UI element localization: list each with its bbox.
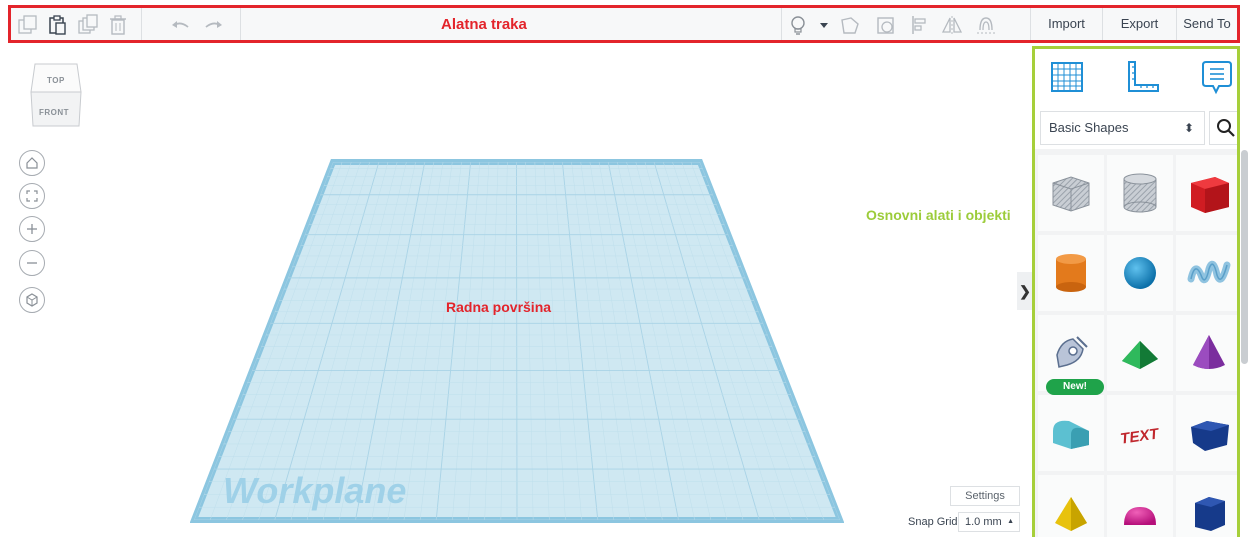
search-button[interactable] xyxy=(1209,111,1237,145)
shapes-grid: New! TEXT xyxy=(1035,149,1237,537)
snap-grid-label: Snap Grid xyxy=(908,516,958,528)
home-view-button[interactable] xyxy=(19,150,45,176)
undo-icon[interactable] xyxy=(169,14,191,36)
chevron-down-icon[interactable] xyxy=(813,14,835,36)
shape-pyramid[interactable] xyxy=(1038,475,1104,537)
shape-box[interactable] xyxy=(1176,155,1237,231)
redo-icon[interactable] xyxy=(203,14,225,36)
view-cube-shape xyxy=(30,63,82,127)
zoom-in-icon xyxy=(27,224,37,234)
view-cube-top-label: TOP xyxy=(47,76,65,85)
tinkercad-editor: { "toolbar": { "annotation": "Alatna tra… xyxy=(0,0,1249,537)
snap-grid-arrow-icon: ▲ xyxy=(1007,518,1014,525)
import-button[interactable]: Import xyxy=(1030,8,1102,40)
shape-box-hole[interactable] xyxy=(1038,155,1104,231)
group-icon[interactable] xyxy=(839,14,861,36)
perspective-icon xyxy=(26,293,38,307)
shape-category-value: Basic Shapes xyxy=(1049,120,1129,135)
workplane-annotation: Radna površina xyxy=(446,299,552,315)
ungroup-icon[interactable] xyxy=(875,14,897,36)
snap-grid-value: 1.0 mm xyxy=(965,516,1002,528)
ruler-icon[interactable] xyxy=(1125,59,1161,95)
delete-icon[interactable] xyxy=(107,14,129,36)
view-cube[interactable]: TOP FRONT xyxy=(29,62,83,130)
align-icon[interactable] xyxy=(909,14,931,36)
toolbar-annotation: Alatna traka xyxy=(441,16,527,33)
settings-button[interactable]: Settings xyxy=(950,486,1020,506)
send-to-button[interactable]: Send To xyxy=(1176,8,1237,40)
shape-cylinder-hole[interactable] xyxy=(1107,155,1173,231)
panel-scrollbar[interactable] xyxy=(1241,150,1248,364)
shape-wedge[interactable] xyxy=(1176,395,1237,471)
new-badge: New! xyxy=(1046,379,1104,395)
perspective-button[interactable] xyxy=(19,287,45,313)
collapse-panel-button[interactable]: ❯ xyxy=(1017,272,1033,310)
shape-roof[interactable] xyxy=(1107,315,1173,391)
panel-annotation: Osnovni alati i objekti xyxy=(866,207,1011,223)
zoom-in-button[interactable] xyxy=(19,216,45,242)
shape-cylinder[interactable] xyxy=(1038,235,1104,311)
workplane-grid-icon[interactable] xyxy=(1049,59,1085,95)
export-button[interactable]: Export xyxy=(1102,8,1176,40)
toolbar-divider xyxy=(141,8,142,40)
notes-icon[interactable] xyxy=(1199,59,1235,95)
shape-sphere[interactable] xyxy=(1107,235,1173,311)
zoom-out-icon xyxy=(27,262,37,264)
shape-scribble[interactable] xyxy=(1176,235,1237,311)
workplane-label: Workplane xyxy=(223,470,407,511)
view-cube-front-label: FRONT xyxy=(39,108,70,117)
shape-generator[interactable]: New! xyxy=(1038,315,1104,395)
shape-half-sphere[interactable] xyxy=(1107,475,1173,537)
shape-category-select[interactable]: Basic Shapes ⬍ xyxy=(1040,111,1205,145)
toolbar: Alatna traka Import Export Send To xyxy=(8,5,1240,43)
home-icon xyxy=(26,157,38,169)
duplicate-icon[interactable] xyxy=(77,14,99,36)
toolbar-divider xyxy=(240,8,241,40)
mirror-icon[interactable] xyxy=(941,14,963,36)
shapes-panel: Basic Shapes ⬍ New! TEXT xyxy=(1032,46,1240,537)
lightbulb-icon[interactable] xyxy=(787,14,809,36)
toolbar-divider xyxy=(781,8,782,40)
workplane-tool-icon[interactable] xyxy=(975,14,997,36)
select-arrows-icon: ⬍ xyxy=(1183,121,1194,135)
fit-view-icon xyxy=(26,190,38,202)
paste-icon[interactable] xyxy=(47,14,69,36)
search-icon xyxy=(1217,119,1235,137)
zoom-out-button[interactable] xyxy=(19,250,45,276)
shape-text[interactable]: TEXT xyxy=(1107,395,1173,471)
shape-cone[interactable] xyxy=(1176,315,1237,391)
shape-polygon[interactable] xyxy=(1176,475,1237,537)
copy-icon[interactable] xyxy=(17,14,39,36)
fit-view-button[interactable] xyxy=(19,183,45,209)
svg-text:TEXT: TEXT xyxy=(1119,425,1161,447)
shape-round-roof[interactable] xyxy=(1038,395,1104,471)
snap-grid-select[interactable]: 1.0 mm ▲ xyxy=(958,512,1020,532)
